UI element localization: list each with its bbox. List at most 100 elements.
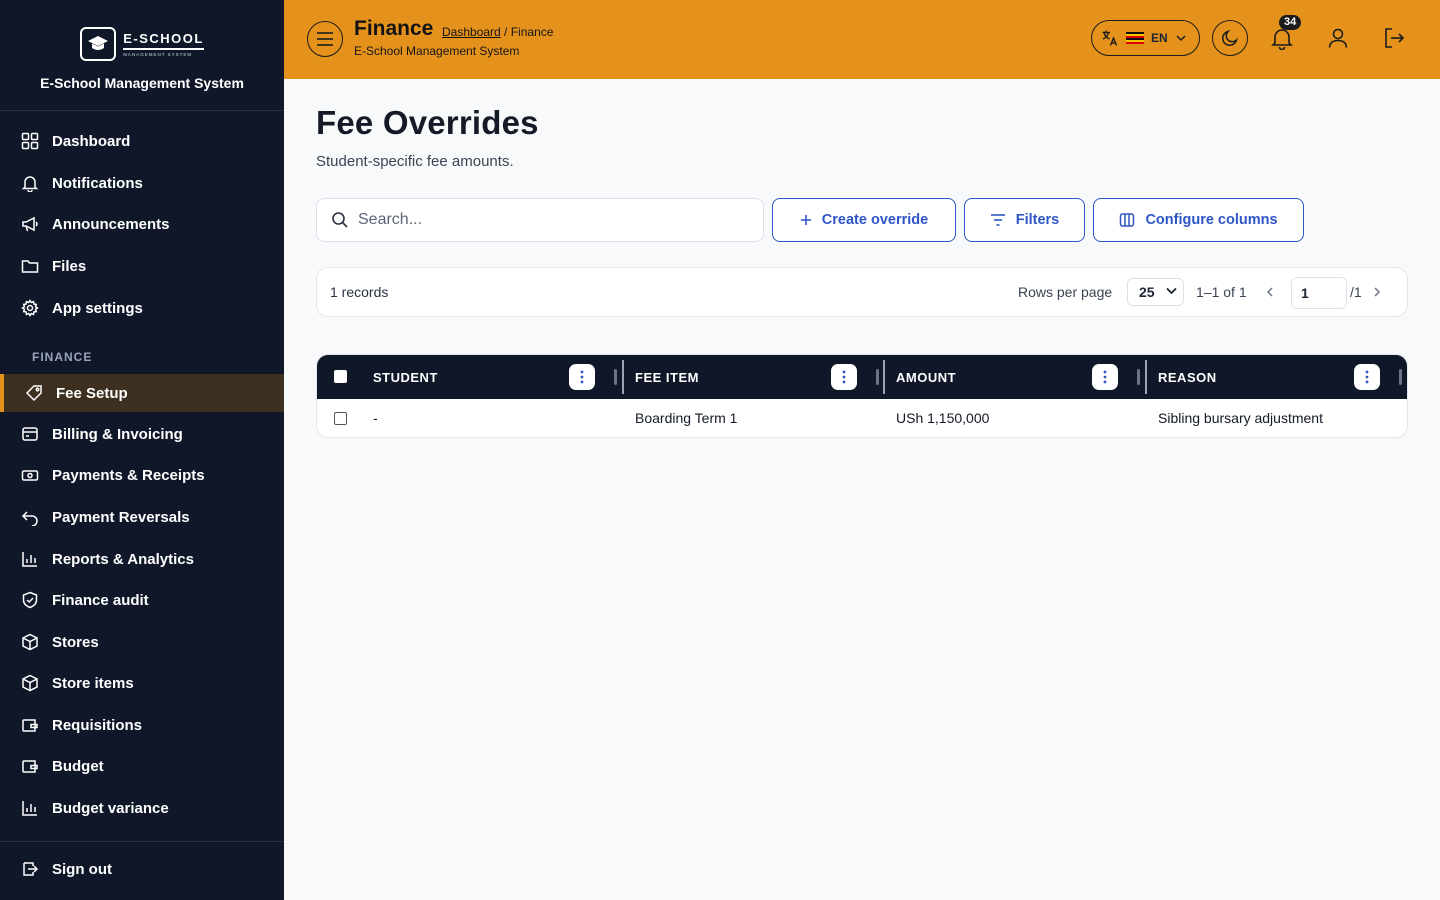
column-menu-button[interactable]	[1354, 364, 1380, 390]
chevron-down-icon	[1166, 287, 1177, 295]
configure-columns-button[interactable]: Configure columns	[1093, 198, 1304, 242]
cell-amount: USh 1,150,000	[896, 410, 990, 426]
sidebar-item-fee-setup[interactable]: Fee Setup	[0, 374, 284, 412]
moon-icon	[1222, 30, 1238, 46]
sidebar-item-requisitions[interactable]: Requisitions	[0, 705, 284, 745]
top-header: Finance Dashboard / Finance E-School Man…	[284, 0, 1440, 79]
logo: E-SCHOOL MANAGEMENT SYSTEM	[80, 27, 204, 61]
sidebar-item-label: Announcements	[52, 215, 170, 233]
sign-out-button[interactable]: Sign out	[0, 849, 284, 889]
column-divider	[622, 360, 624, 394]
column-resize-handle[interactable]	[1137, 369, 1140, 385]
column-divider	[1145, 360, 1147, 394]
column-resize-handle[interactable]	[614, 369, 617, 385]
more-vertical-icon	[1103, 370, 1107, 384]
sidebar-item-label: Requisitions	[52, 716, 143, 734]
wallet-icon	[20, 756, 40, 776]
sidebar-item-reports-analytics[interactable]: Reports & Analytics	[0, 539, 284, 579]
logout-button[interactable]	[1382, 26, 1406, 55]
logout-icon	[1385, 28, 1405, 48]
next-page-button[interactable]	[1372, 285, 1382, 303]
more-vertical-icon	[842, 370, 846, 384]
column-header-fee-item[interactable]: FEE ITEM	[635, 355, 699, 399]
fee-overrides-table: STUDENT FEE ITEM AMOUNT REASON - Boardin…	[316, 354, 1408, 438]
sidebar-item-budget[interactable]: Budget	[0, 746, 284, 786]
uganda-flag-icon	[1126, 32, 1144, 44]
column-label: AMOUNT	[896, 369, 957, 385]
language-code: EN	[1151, 31, 1168, 45]
sidebar-item-label: Store items	[52, 674, 134, 692]
breadcrumb: Dashboard / Finance	[442, 25, 553, 39]
plus-icon	[800, 214, 812, 226]
sidebar-footer: Sign out	[0, 841, 284, 900]
translate-icon	[1102, 30, 1118, 46]
filters-button[interactable]: Filters	[964, 198, 1085, 242]
breadcrumb-current: / Finance	[500, 25, 554, 39]
sidebar-item-label: Dashboard	[52, 132, 131, 150]
sidebar-item-store-items[interactable]: Store items	[0, 663, 284, 703]
sidebar-item-payments-receipts[interactable]: Payments & Receipts	[0, 455, 284, 495]
sidebar-item-label: Fee Setup	[56, 384, 128, 402]
box-icon	[20, 632, 40, 652]
column-menu-button[interactable]	[569, 364, 595, 390]
breadcrumb-dashboard-link[interactable]: Dashboard	[442, 25, 501, 39]
rows-per-page-select[interactable]: 25	[1127, 278, 1184, 306]
column-header-student[interactable]: STUDENT	[373, 355, 438, 399]
sidebar-item-label: Notifications	[52, 174, 143, 192]
sidebar-item-budget-variance[interactable]: Budget variance	[0, 788, 284, 828]
sidebar-item-label: Budget variance	[52, 799, 169, 817]
total-pages: /1	[1350, 284, 1362, 300]
sidebar-item-payment-reversals[interactable]: Payment Reversals	[0, 497, 284, 537]
more-vertical-icon	[1365, 370, 1369, 384]
column-menu-button[interactable]	[831, 364, 857, 390]
table-row[interactable]: - Boarding Term 1 USh 1,150,000 Sibling …	[317, 399, 1407, 437]
configure-columns-label: Configure columns	[1145, 212, 1278, 228]
folder-icon	[20, 256, 40, 276]
sidebar-item-stores[interactable]: Stores	[0, 622, 284, 662]
column-divider	[883, 360, 885, 394]
search-box	[316, 198, 764, 242]
sidebar-section-finance: FINANCE	[32, 350, 93, 364]
column-label: FEE ITEM	[635, 369, 699, 385]
search-input[interactable]	[358, 211, 738, 229]
profile-button[interactable]	[1326, 26, 1350, 55]
sidebar-item-label: Finance audit	[52, 591, 149, 609]
select-all-checkbox[interactable]	[334, 370, 347, 383]
column-menu-button[interactable]	[1092, 364, 1118, 390]
sidebar-item-label: Billing & Invoicing	[52, 425, 183, 443]
invoice-icon	[20, 424, 40, 444]
cell-fee-item: Boarding Term 1	[635, 410, 738, 426]
sidebar-item-dashboard[interactable]: Dashboard	[0, 121, 284, 161]
sidebar-item-label: Reports & Analytics	[52, 550, 194, 568]
sidebar-item-finance-audit[interactable]: Finance audit	[0, 580, 284, 620]
sidebar-item-notifications[interactable]: Notifications	[0, 163, 284, 203]
columns-icon	[1119, 212, 1135, 228]
row-checkbox[interactable]	[334, 412, 347, 425]
search-icon	[332, 212, 348, 228]
column-label: REASON	[1158, 369, 1217, 385]
create-override-button[interactable]: Create override	[772, 198, 956, 242]
sidebar-item-billing-invoicing[interactable]: Billing & Invoicing	[0, 414, 284, 454]
sidebar-item-label: Budget	[52, 757, 104, 775]
column-header-reason[interactable]: REASON	[1158, 355, 1217, 399]
records-count: 1 records	[330, 284, 389, 300]
column-resize-handle[interactable]	[1399, 369, 1402, 385]
sidebar-item-files[interactable]: Files	[0, 246, 284, 286]
theme-toggle-button[interactable]	[1212, 20, 1248, 56]
column-header-amount[interactable]: AMOUNT	[896, 355, 956, 399]
sidebar-item-announcements[interactable]: Announcements	[0, 204, 284, 244]
menu-toggle-button[interactable]	[307, 21, 343, 57]
sidebar-item-app-settings[interactable]: App settings	[0, 288, 284, 328]
sidebar-item-label: Payment Reversals	[52, 508, 190, 526]
cash-icon	[20, 465, 40, 485]
brand: E-SCHOOL MANAGEMENT SYSTEM E-School Mana…	[0, 0, 284, 111]
language-selector[interactable]: EN	[1091, 20, 1200, 56]
column-resize-handle[interactable]	[876, 369, 879, 385]
chevron-down-icon	[1176, 34, 1186, 41]
previous-page-button[interactable]	[1265, 285, 1275, 303]
box-icon	[20, 673, 40, 693]
page-number-input[interactable]: 1	[1291, 277, 1347, 309]
rows-per-page-value: 25	[1139, 284, 1155, 300]
page-subtitle: Student-specific fee amounts.	[316, 153, 514, 170]
table-header: STUDENT FEE ITEM AMOUNT REASON	[317, 355, 1407, 399]
